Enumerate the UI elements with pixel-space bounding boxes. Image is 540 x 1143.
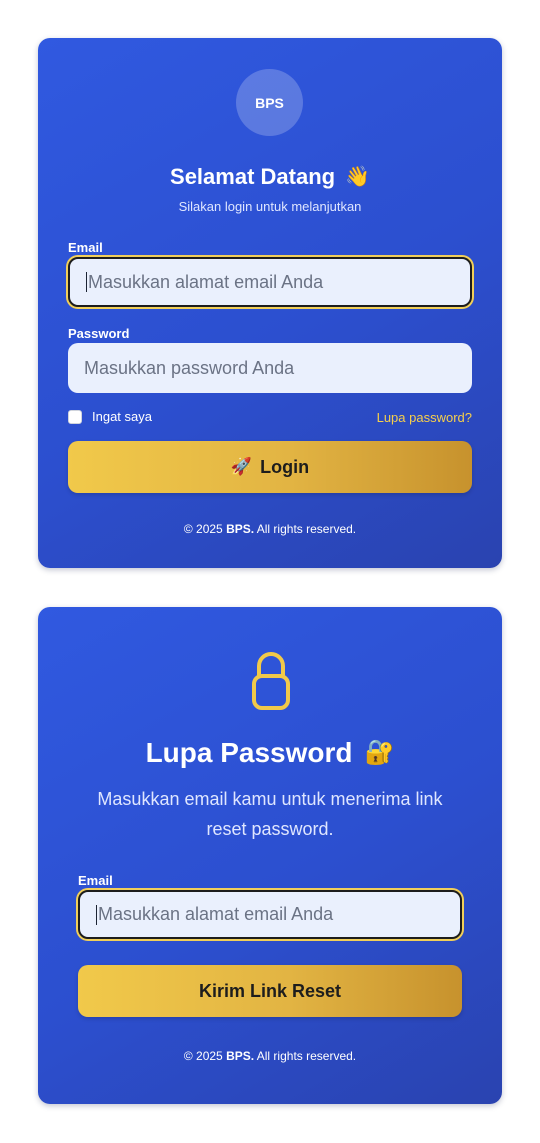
footer-prefix: © 2025 <box>183 522 227 536</box>
email-placeholder: Masukkan alamat email Anda <box>88 271 324 292</box>
login-button-label: Login <box>260 456 310 477</box>
page-title: Selamat Datang <box>170 164 336 189</box>
logo-text: BPS <box>255 94 284 111</box>
remember-me[interactable]: Ingat saya <box>68 409 152 424</box>
forgot-title: Lupa Password <box>145 737 353 768</box>
footer-suffix: All rights reserved. <box>254 1049 357 1063</box>
remember-checkbox[interactable] <box>68 409 82 424</box>
footer-prefix: © 2025 <box>183 1049 227 1063</box>
password-label: Password <box>68 326 130 341</box>
forgot-title-row: Lupa Password 🔐 <box>38 737 502 769</box>
text-caret <box>96 904 97 925</box>
footer-brand: BPS. <box>226 522 255 536</box>
send-reset-link-button[interactable]: Kirim Link Reset <box>78 965 462 1017</box>
login-card: BPS Selamat Datang 👋 Silakan login untuk… <box>38 38 502 568</box>
lock-icon <box>252 652 290 710</box>
logo-badge: BPS <box>236 69 303 136</box>
login-title-row: Selamat Datang 👋 <box>38 164 502 190</box>
forgot-footer: © 2025 BPS. All rights reserved. <box>38 1049 502 1063</box>
locked-with-key-icon: 🔐 <box>364 739 395 766</box>
password-placeholder: Masukkan password Anda <box>84 357 295 378</box>
forgot-email-label: Email <box>78 873 113 888</box>
forgot-password-card: Lupa Password 🔐 Masukkan email kamu untu… <box>38 607 502 1104</box>
login-button[interactable]: 🚀 Login <box>68 441 472 493</box>
waving-hand-icon: 👋 <box>345 166 370 188</box>
text-caret <box>86 272 87 292</box>
forgot-email-input[interactable]: Masukkan alamat email Anda <box>78 890 462 939</box>
login-footer: © 2025 BPS. All rights reserved. <box>38 522 502 536</box>
footer-brand: BPS. <box>226 1049 255 1063</box>
rocket-icon: 🚀 <box>230 457 253 476</box>
forgot-description: Masukkan email kamu untuk menerima link … <box>97 789 443 839</box>
send-reset-link-label: Kirim Link Reset <box>198 980 342 1001</box>
footer-suffix: All rights reserved. <box>254 522 357 536</box>
password-input[interactable]: Masukkan password Anda <box>68 343 472 393</box>
forgot-password-link[interactable]: Lupa password? <box>377 410 472 425</box>
remember-label: Ingat saya <box>92 409 152 424</box>
forgot-email-placeholder: Masukkan alamat email Anda <box>98 904 334 924</box>
page-subtitle: Silakan login untuk melanjutkan <box>178 199 362 214</box>
email-input[interactable]: Masukkan alamat email Anda <box>68 257 472 307</box>
email-label: Email <box>68 240 103 255</box>
